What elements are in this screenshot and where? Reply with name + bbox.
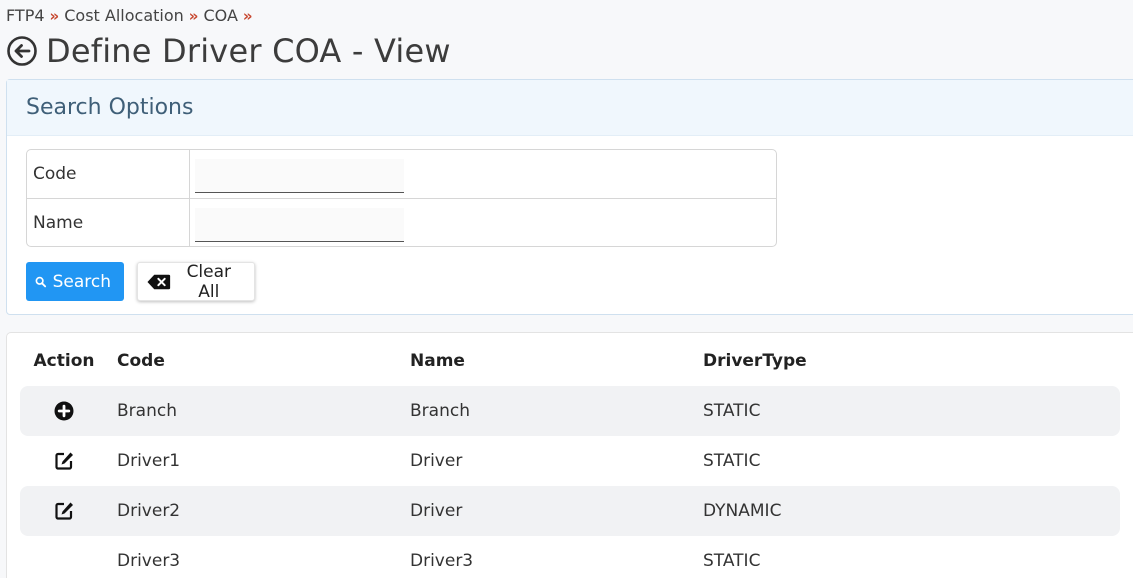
search-actions: Search Clear All [26,261,255,302]
name-cell: Driver [410,501,463,521]
driver-type-cell: DYNAMIC [703,501,782,521]
search-button-label: Search [52,271,111,292]
name-cell: Driver3 [410,551,474,571]
name-field-cell [190,199,776,246]
search-icon [35,276,47,287]
backspace-icon [147,274,171,289]
code-cell: Driver2 [117,501,181,521]
code-cell: Driver3 [117,551,181,571]
back-arrow-icon[interactable] [6,35,38,67]
form-row-name: Name [27,198,776,246]
breadcrumb-separator: » [242,6,253,25]
driver-type-cell: STATIC [703,401,761,421]
action-cell [20,500,108,522]
driver-type-cell: STATIC [703,551,761,571]
search-form: Code Name [26,149,777,247]
table-row: Driver2 Driver DYNAMIC [20,486,1120,536]
code-input[interactable] [195,159,404,193]
code-label: Code [27,150,190,198]
breadcrumb-item-ftp4[interactable]: FTP4 [6,6,45,25]
driver-type-cell: STATIC [703,451,761,471]
search-options-heading: Search Options [26,95,194,120]
column-header-driver-type[interactable]: DriverType [694,351,1120,371]
name-cell: Driver [410,451,463,471]
code-cell: Driver1 [117,451,181,471]
plus-circle-icon[interactable] [53,400,75,422]
search-button[interactable]: Search [26,262,124,301]
clear-all-button[interactable]: Clear All [137,261,255,302]
code-cell: Branch [117,401,177,421]
table-row: Driver1 Driver STATIC [20,436,1120,486]
search-options-panel: Search Options Code Name Search Clear Al… [6,79,1133,315]
breadcrumb-item-cost-allocation[interactable]: Cost Allocation [64,6,184,25]
table-row: Driver3 Driver3 STATIC [20,536,1120,578]
table-row: Branch Branch STATIC [20,386,1120,436]
search-options-header: Search Options [7,80,1133,136]
action-cell [20,450,108,472]
breadcrumb-separator: » [188,6,199,25]
name-label: Name [27,199,190,246]
breadcrumb-item-coa[interactable]: COA [203,6,237,25]
breadcrumb-separator: » [49,6,60,25]
column-header-action: Action [33,351,95,371]
grid-header: Action Code Name DriverType [20,336,1120,386]
column-header-name[interactable]: Name [401,351,694,371]
breadcrumb: FTP4 » Cost Allocation » COA » [6,6,258,25]
page-title: Define Driver COA - View [46,32,451,70]
action-cell [20,400,108,422]
edit-icon[interactable] [53,450,75,472]
name-cell: Branch [410,401,470,421]
edit-icon[interactable] [53,500,75,522]
code-field-cell [190,150,776,198]
results-grid: Action Code Name DriverType Branch Branc… [20,336,1120,578]
column-header-code[interactable]: Code [108,351,401,371]
page-header: Define Driver COA - View [6,32,451,70]
clear-all-button-label: Clear All [186,261,232,302]
form-row-code: Code [27,150,776,198]
name-input[interactable] [195,208,404,242]
results-panel: Action Code Name DriverType Branch Branc… [6,332,1133,578]
